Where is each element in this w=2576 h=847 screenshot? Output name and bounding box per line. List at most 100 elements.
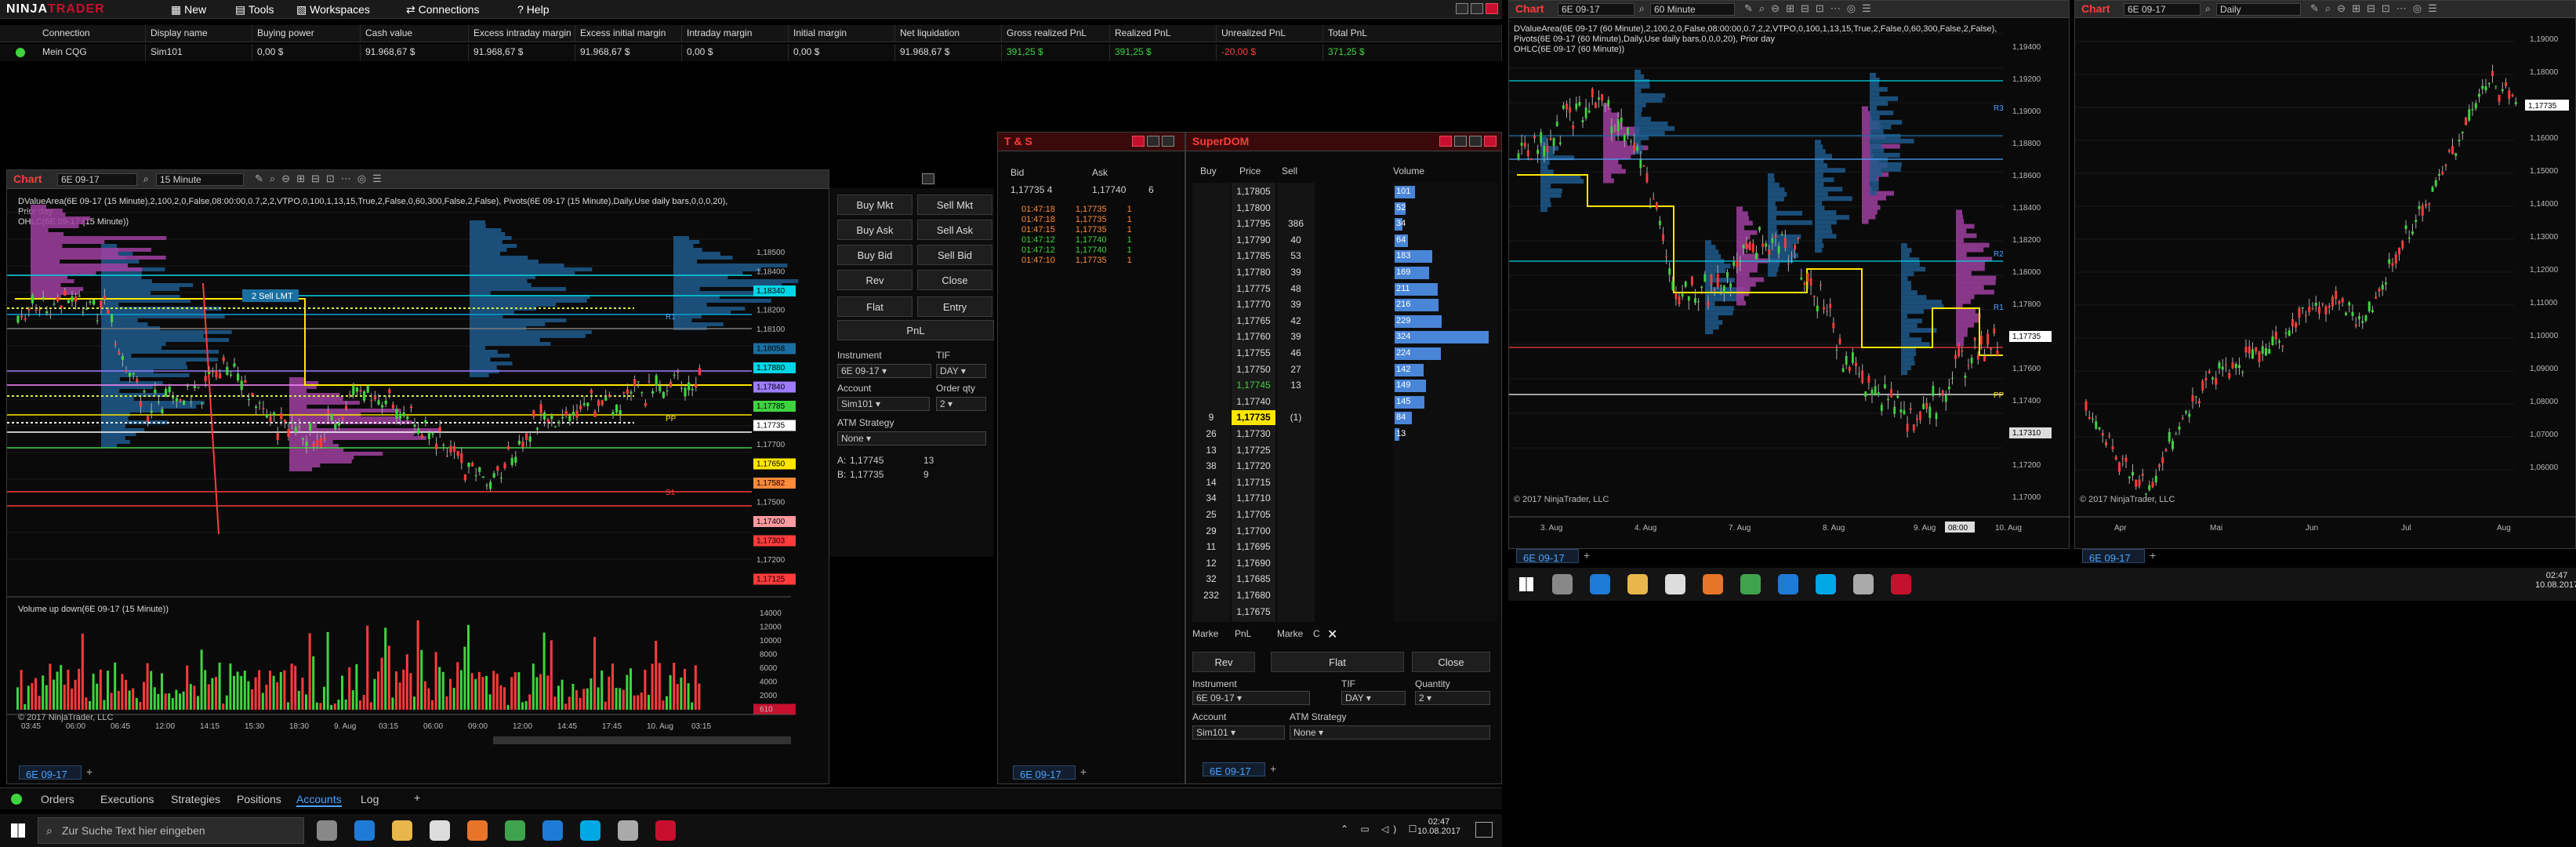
task-view-icon[interactable]: [317, 820, 337, 841]
trader-button-entry[interactable]: Entry: [917, 296, 992, 317]
taskbar-clock[interactable]: 02:47 10.08.2017: [1417, 817, 1460, 836]
dom-price[interactable]: 1,17765: [1232, 314, 1275, 329]
dom-price[interactable]: 1,17750: [1232, 362, 1275, 377]
maximize-button[interactable]: [1471, 3, 1483, 14]
dom-price[interactable]: 1,17800: [1232, 201, 1275, 216]
trader-button-buy-bid[interactable]: Buy Bid: [837, 245, 912, 265]
chrome-icon[interactable]: [505, 820, 525, 841]
tab-executions[interactable]: Executions: [100, 793, 154, 805]
price-chart-daily[interactable]: 1,190001,180001,170001,160001,150001,140…: [2075, 18, 2576, 536]
menu-workspaces[interactable]: ▧ Workspaces: [296, 3, 370, 16]
close-icon[interactable]: ✕: [1327, 627, 1337, 642]
accounts-grid-row[interactable]: Mein CQG Sim101 0,00 $91.968,67 $91.968,67…: [0, 44, 1502, 61]
dom-price[interactable]: 1,17675: [1232, 605, 1275, 620]
edge-icon[interactable]: [354, 820, 375, 841]
menu-new[interactable]: ▦ New: [171, 3, 206, 16]
dom-price[interactable]: 1,17720: [1232, 459, 1275, 474]
dom-footer-label[interactable]: Marke: [1192, 628, 1218, 639]
interval-selector[interactable]: 60 Minute: [1650, 3, 1735, 16]
trader-button-pnl[interactable]: PnL: [837, 320, 994, 340]
dom-price[interactable]: 1,17725: [1232, 443, 1275, 458]
close-button[interactable]: [1439, 136, 1452, 147]
edge-icon[interactable]: [1590, 574, 1610, 594]
price-chart-60min[interactable]: R3 R2 R1 PP 1,19400 1,19200 1,19000 1,18800 1,18…: [1509, 18, 2070, 536]
dom-price[interactable]: 1,17740: [1232, 394, 1275, 409]
menu-tools[interactable]: ▤ Tools: [235, 3, 274, 16]
taskbar-clock[interactable]: 02:47 10.08.2017: [2535, 571, 2576, 590]
qty-value-select[interactable]: 2 ▾: [936, 397, 986, 411]
skype-icon[interactable]: [580, 820, 600, 841]
dom-price[interactable]: 1,17795: [1232, 216, 1275, 231]
search-icon[interactable]: ⌕: [1639, 3, 1645, 15]
tab-accounts[interactable]: Accounts: [296, 793, 342, 807]
column-header[interactable]: Gross realized PnL: [1002, 25, 1110, 42]
interval-selector[interactable]: Daily: [2216, 3, 2301, 16]
dom-footer-label[interactable]: Marke: [1277, 628, 1303, 639]
qty-value-select[interactable]: 2 ▾: [1415, 691, 1490, 705]
system-tray-icons[interactable]: ⌃ ▭ ◁) ☐: [1341, 823, 1421, 834]
instrument-selector[interactable]: 6E 09-17: [2124, 3, 2200, 16]
trader-button-close[interactable]: Close: [917, 270, 992, 290]
dom-price[interactable]: 1,17775: [1232, 282, 1275, 296]
dom-price[interactable]: 1,17785: [1232, 249, 1275, 264]
add-tab-button[interactable]: +: [1080, 765, 1087, 778]
maximize-button[interactable]: [1469, 136, 1482, 147]
dom-price[interactable]: 1,17680: [1232, 588, 1275, 603]
close-button[interactable]: [1132, 136, 1145, 147]
maximize-button[interactable]: [1162, 136, 1174, 147]
dom-price[interactable]: 1,17710: [1232, 491, 1275, 506]
add-tab-button[interactable]: +: [2150, 549, 2156, 562]
dom-rev-button[interactable]: Rev: [1192, 652, 1255, 672]
minimize-button[interactable]: [1456, 3, 1468, 14]
tab-strategies[interactable]: Strategies: [171, 793, 220, 805]
interval-selector[interactable]: 15 Minute: [156, 173, 244, 186]
minimize-button[interactable]: [922, 173, 934, 184]
column-header[interactable]: Total PnL: [1323, 25, 1502, 42]
chart-toolbar-icons[interactable]: ✎⌕⊖⊞⊟⊡⋯◎☰: [1744, 2, 1878, 15]
chart-toolbar-icons[interactable]: ✎⌕⊖⊞⊟⊡⋯◎☰: [255, 173, 388, 185]
column-header[interactable]: Realized PnL: [1110, 25, 1217, 42]
minimize-button[interactable]: [1454, 136, 1467, 147]
dom-price[interactable]: 1,17715: [1232, 475, 1275, 490]
column-header[interactable]: Excess initial margin: [575, 25, 682, 42]
column-header[interactable]: Buying power: [252, 25, 361, 42]
atm-value-select[interactable]: None ▾: [837, 431, 986, 445]
chart-tab-6e[interactable]: 6E 09-17: [1516, 549, 1579, 564]
instrument-selector[interactable]: 6E 09-17: [57, 173, 137, 186]
ninjatrader-icon[interactable]: [655, 820, 676, 841]
tab-log[interactable]: Log: [361, 793, 379, 805]
dom-price[interactable]: 1,17790: [1232, 233, 1275, 248]
taskbar-search-box[interactable]: ⌕ Zur Suche Text hier eingeben: [38, 817, 304, 844]
network-icon[interactable]: [618, 820, 638, 841]
price-chart-15min[interactable]: 2 Sell LMT 1,18500 1,18400 1,18340 1,18200 1,…: [7, 189, 830, 762]
chart-tab-6e[interactable]: 6E 09-17: [19, 765, 82, 780]
tab-orders[interactable]: Orders: [41, 793, 74, 805]
atm-value-select[interactable]: None ▾: [1290, 725, 1490, 740]
column-header[interactable]: Connection: [38, 25, 146, 42]
file-explorer-icon[interactable]: [1627, 574, 1648, 594]
ninjatrader-icon[interactable]: [1891, 574, 1911, 594]
column-header[interactable]: Display name: [146, 25, 252, 42]
dom-price[interactable]: 1,17770: [1232, 297, 1275, 312]
column-header[interactable]: Unrealized PnL: [1217, 25, 1323, 42]
store-icon[interactable]: [1665, 574, 1685, 594]
dom-price[interactable]: 1,17685: [1232, 572, 1275, 587]
trader-button-buy-mkt[interactable]: Buy Mkt: [837, 194, 912, 215]
dom-footer-label[interactable]: PnL: [1235, 628, 1251, 639]
task-view-icon[interactable]: [1552, 574, 1573, 594]
dom-price[interactable]: 1,17780: [1232, 265, 1275, 280]
skype-icon[interactable]: [1816, 574, 1836, 594]
account-value-select[interactable]: Sim101 ▾: [1192, 725, 1285, 740]
dom-price[interactable]: 1,17690: [1232, 556, 1275, 571]
dom-price[interactable]: 1,17730: [1232, 427, 1275, 442]
trader-button-sell-bid[interactable]: Sell Bid: [917, 245, 992, 265]
dom-price[interactable]: 1,17735: [1232, 410, 1275, 426]
dom-price[interactable]: 1,17805: [1232, 184, 1275, 199]
notifications-icon[interactable]: [1475, 822, 1493, 838]
teamviewer-icon[interactable]: [1778, 574, 1798, 594]
close-button[interactable]: [1486, 3, 1498, 14]
minimize-button[interactable]: [1147, 136, 1159, 147]
network-icon[interactable]: [1853, 574, 1874, 594]
dom-price[interactable]: 1,17755: [1232, 346, 1275, 361]
dom-price[interactable]: 1,17695: [1232, 540, 1275, 554]
